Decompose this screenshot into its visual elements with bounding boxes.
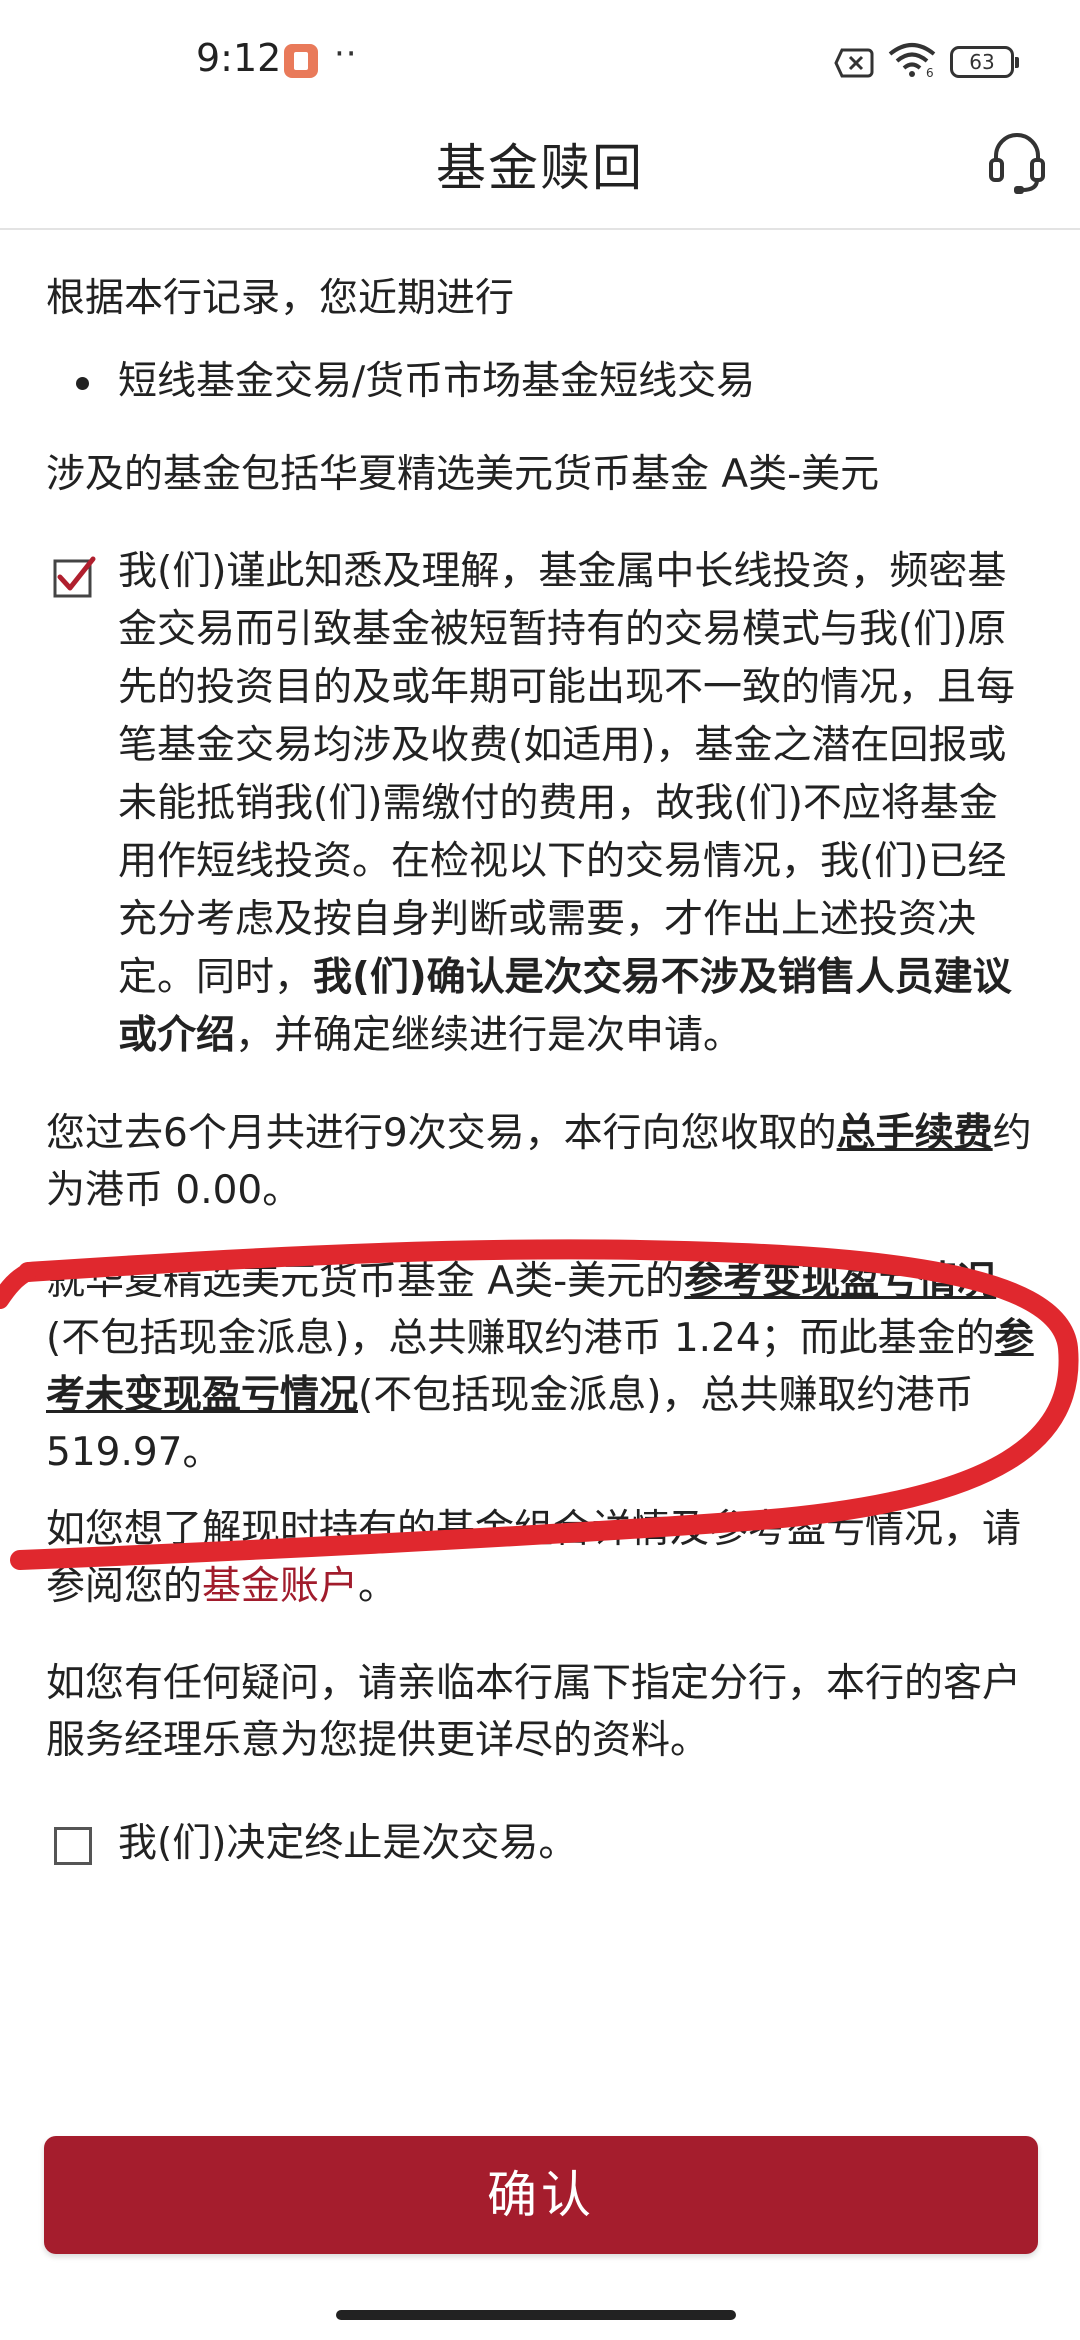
portfolio-text: 如您想了解现时持有的基金组合详情及参考盈亏情况，请参阅您的基金账户。 (46, 1501, 1034, 1615)
confirm-button[interactable]: 确认 (44, 2136, 1038, 2254)
svg-text:6: 6 (926, 66, 934, 78)
no-sim-icon (834, 48, 874, 78)
acknowledgement-block: 我(们)谨此知悉及理解，基金属中长线投资，频密基金交易而引致基金被短暂持有的交易… (46, 543, 1034, 1065)
customer-service-headset-icon[interactable] (988, 130, 1046, 196)
fee-prefix: 您过去6个月共进行9次交易，本行向您收取的 (46, 1111, 837, 1156)
wifi-icon: 6 (888, 43, 936, 78)
battery-icon: 63 (950, 46, 1019, 78)
bullet-item: 短线基金交易/货币市场基金短线交易 (46, 353, 1034, 410)
status-time: 9:12 (196, 36, 282, 80)
portfolio-prefix: 如您想了解现时持有的基金组合详情及参考盈亏情况，请参阅您的 (46, 1507, 1022, 1609)
portfolio-suffix: 。 (358, 1564, 398, 1609)
terminate-label: 我(们)决定终止是次交易。 (118, 1821, 578, 1866)
acknowledgement-tail: ，并确定继续进行是次申请。 (235, 1013, 743, 1058)
intro-text: 根据本行记录，您近期进行 (46, 276, 515, 321)
realized-pl-text: (不包括现金派息)，总共赚取约港币 1.24；而此基金的 (46, 1316, 995, 1361)
acknowledgement-body: 我(们)谨此知悉及理解，基金属中长线投资，频密基金交易而引致基金被短暂持有的交易… (118, 549, 1016, 1000)
fund-account-link[interactable]: 基金账户 (202, 1564, 358, 1609)
home-indicator[interactable] (336, 2310, 736, 2320)
pl-prefix: 就华夏精选美元货币基金 A类-美元的 (46, 1259, 685, 1304)
more-notifications-icon: ·· (334, 34, 358, 74)
bullet-text: 短线基金交易/货币市场基金短线交易 (118, 359, 756, 404)
app-notification-icon (284, 44, 318, 78)
contact-text: 如您有任何疑问，请亲临本行属下指定分行，本行的客户服务经理乐意为您提供更详尽的资… (46, 1661, 1022, 1763)
acknowledgement-text: 我(们)谨此知悉及理解，基金属中长线投资，频密基金交易而引致基金被短暂持有的交易… (118, 543, 1034, 1065)
top-bar: 基金赎回 (0, 120, 1080, 230)
bullet-dot (76, 377, 89, 390)
status-bar: 9:12 ·· 6 63 (0, 0, 1080, 120)
profit-loss-text: 就华夏精选美元货币基金 A类-美元的参考变现盈亏情况 (不包括现金派息)，总共赚取… (46, 1253, 1034, 1481)
terminate-option[interactable]: 我(们)决定终止是次交易。 (46, 1815, 1034, 1872)
acknowledgement-checkbox[interactable] (52, 555, 96, 599)
terminate-checkbox[interactable] (54, 1827, 92, 1865)
fee-text: 您过去6个月共进行9次交易，本行向您收取的总手续费约为港币 0.00。 (46, 1105, 1034, 1219)
page-title: 基金赎回 (436, 139, 644, 197)
total-fee-label: 总手续费 (836, 1111, 993, 1156)
content-area: 根据本行记录，您近期进行 短线基金交易/货币市场基金短线交易 涉及的基金包括华夏… (46, 270, 1034, 1872)
fund-involved-text: 涉及的基金包括华夏精选美元货币基金 A类-美元 (46, 452, 880, 497)
realized-pl-label: 参考变现盈亏情况 (684, 1259, 997, 1304)
